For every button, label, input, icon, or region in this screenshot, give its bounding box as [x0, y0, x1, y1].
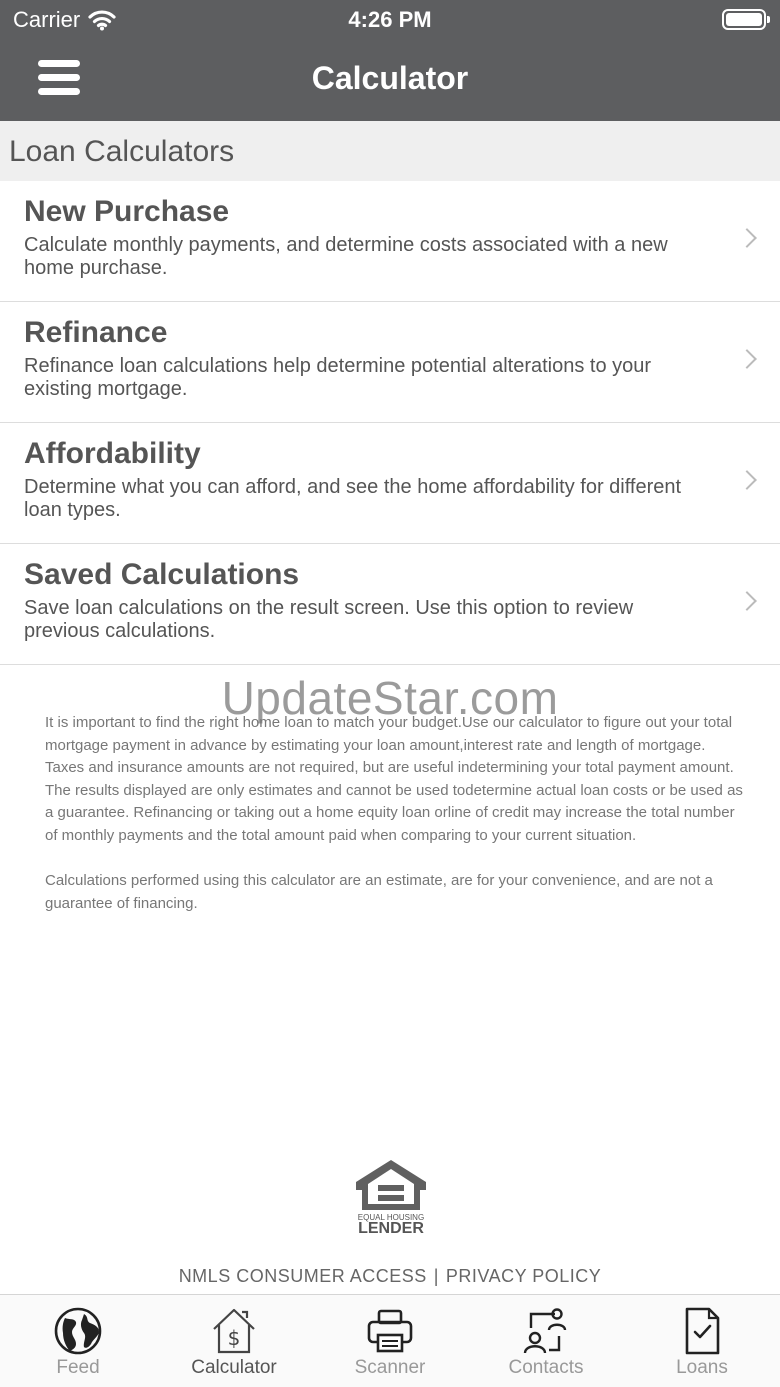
tab-label: Loans [676, 1357, 728, 1378]
disclaimer-paragraph: Calculations performed using this calcul… [45, 872, 713, 912]
list-item-affordability[interactable]: Affordability Determine what you can aff… [0, 423, 780, 544]
chevron-right-icon [737, 591, 757, 611]
lender-text: LENDER [358, 1220, 424, 1237]
list-item-title: New Purchase [24, 195, 230, 228]
battery-icon [722, 9, 770, 30]
list-item-description: Calculate monthly payments, and determin… [24, 234, 668, 279]
footer-links: NMLS CONSUMER ACCESS | PRIVACY POLICY [0, 1266, 780, 1287]
chevron-right-icon [737, 470, 757, 490]
list-item-saved-calculations[interactable]: Saved Calculations Save loan calculation… [0, 544, 780, 665]
contacts-icon [523, 1308, 567, 1354]
tab-contacts[interactable]: Contacts [468, 1295, 624, 1387]
page-title: Calculator [311, 60, 469, 96]
list-item-description: Save loan calculations on the result scr… [24, 597, 634, 642]
equal-housing-house-icon [356, 1160, 426, 1210]
equal-housing-lender-logo: EQUAL HOUSING LENDER [354, 1158, 428, 1238]
list-item-new-purchase[interactable]: New Purchase Calculate monthly payments,… [0, 181, 780, 302]
tab-feed[interactable]: Feed [0, 1295, 156, 1387]
nmls-consumer-access-link[interactable]: NMLS CONSUMER ACCESS [179, 1266, 427, 1286]
tab-bar: Feed $ Calculator Scanner Contacts Loans [0, 1294, 780, 1387]
tab-label: Calculator [191, 1357, 277, 1378]
list-item-description: Refinance loan calculations help determi… [24, 355, 652, 400]
status-time: 4:26 PM [348, 7, 432, 32]
nav-bar: Calculator [0, 40, 780, 121]
calculator-list: New Purchase Calculate monthly payments,… [0, 181, 780, 665]
tab-label: Scanner [354, 1357, 426, 1378]
status-bar: Carrier 4:26 PM [0, 0, 780, 40]
list-item-description: Determine what you can afford, and see t… [24, 476, 682, 521]
section-header: Loan Calculators [0, 121, 780, 181]
tab-label: Feed [56, 1357, 100, 1378]
footer-separator: | [433, 1266, 439, 1286]
house-dollar-icon: $ [213, 1308, 255, 1354]
disclaimer: It is important to find the right home l… [45, 712, 745, 938]
list-item-title: Refinance [24, 316, 168, 349]
chevron-right-icon [737, 228, 757, 248]
printer-icon [367, 1309, 413, 1353]
globe-icon [54, 1307, 102, 1355]
privacy-policy-link[interactable]: PRIVACY POLICY [446, 1266, 601, 1286]
tab-calculator[interactable]: $ Calculator [156, 1295, 312, 1387]
disclaimer-paragraph: It is important to find the right home l… [45, 714, 743, 844]
list-item-title: Saved Calculations [24, 558, 300, 591]
list-item-refinance[interactable]: Refinance Refinance loan calculations he… [0, 302, 780, 423]
tab-scanner[interactable]: Scanner [312, 1295, 468, 1387]
svg-text:$: $ [228, 1326, 241, 1350]
chevron-right-icon [737, 349, 757, 369]
tab-loans[interactable]: Loans [624, 1295, 780, 1387]
list-item-title: Affordability [24, 437, 201, 470]
document-check-icon [685, 1307, 720, 1355]
section-header-label: Loan Calculators [9, 135, 235, 168]
tab-label: Contacts [508, 1357, 584, 1378]
